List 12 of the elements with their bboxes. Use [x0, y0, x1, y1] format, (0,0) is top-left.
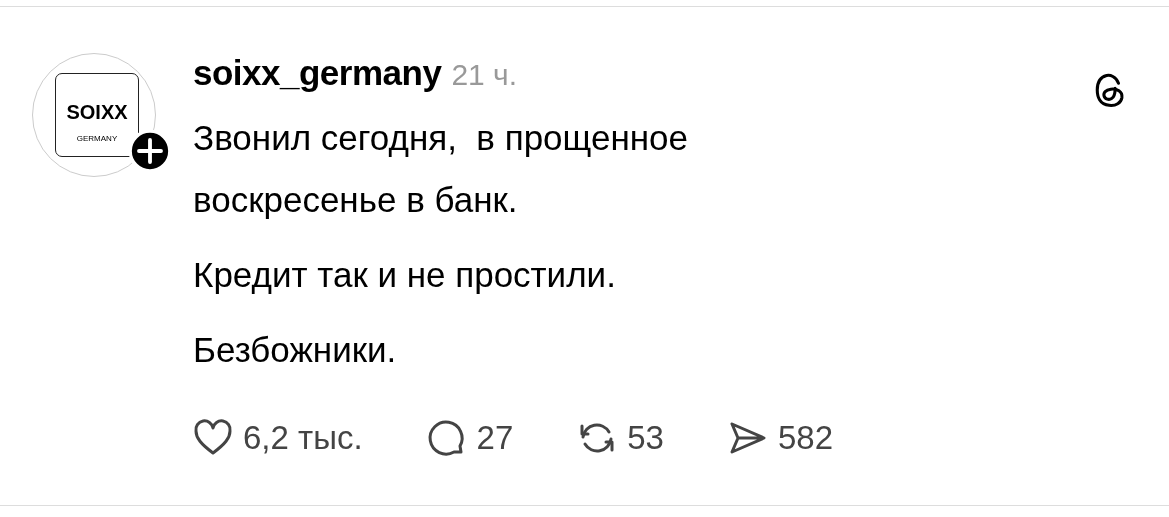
action-count: 582 [778, 419, 834, 457]
speech-bubble-icon[interactable] [426, 418, 467, 458]
post-text: Безбожники. [193, 329, 398, 371]
post-text: Звонил сегодня, в прощенное воскресенье в банк. [193, 117, 690, 221]
username[interactable]: soixx_germany [193, 53, 442, 93]
logo-subtext: GERMANY [76, 134, 118, 143]
action-count: 6,2 тыс. [243, 419, 363, 457]
action-count: 27 [476, 419, 514, 457]
follow-plus-icon[interactable] [128, 129, 172, 173]
action-count: 53 [627, 419, 664, 457]
post-time: 21 ч. [451, 58, 518, 92]
post-text: Кредит так и не простили. [193, 254, 617, 296]
